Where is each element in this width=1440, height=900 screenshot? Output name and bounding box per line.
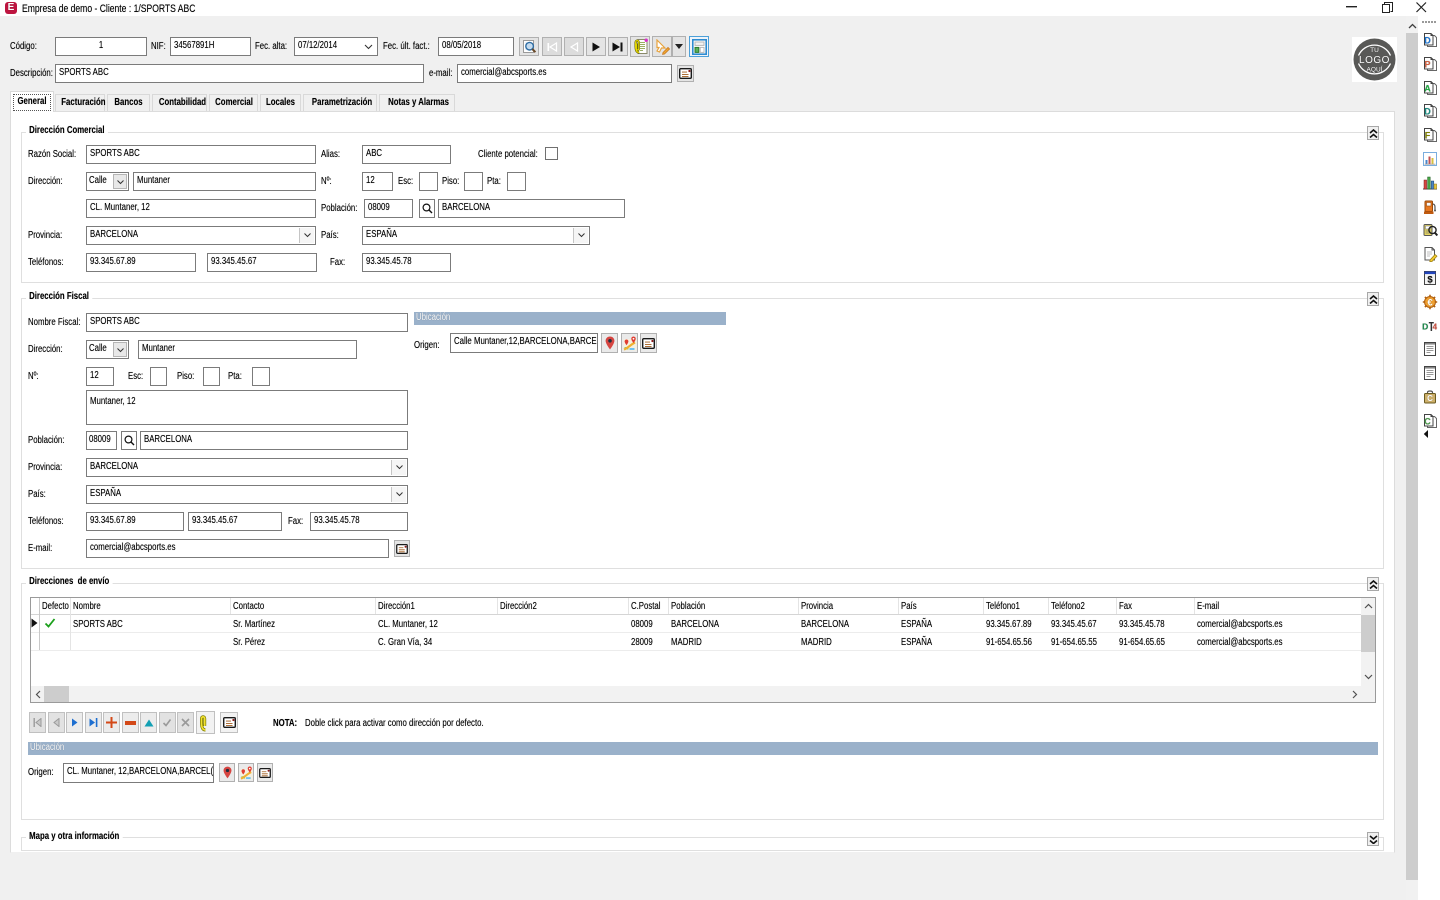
svg-text:$: $ bbox=[1427, 275, 1433, 286]
svg-text:C: C bbox=[1424, 417, 1431, 427]
svg-text:F: F bbox=[1425, 131, 1431, 141]
svg-text:A: A bbox=[1424, 84, 1431, 94]
svg-text:P: P bbox=[1424, 60, 1430, 70]
svg-text:D: D bbox=[1422, 322, 1428, 332]
svg-text:D: D bbox=[1424, 107, 1431, 117]
svg-text:C: C bbox=[1427, 394, 1433, 403]
svg-text:AQUÍ: AQUÍ bbox=[1367, 65, 1383, 74]
svg-text:TU: TU bbox=[1370, 47, 1379, 54]
svg-text:€: € bbox=[1427, 298, 1433, 309]
svg-text:D: D bbox=[1424, 36, 1431, 46]
svg-text:LOGO: LOGO bbox=[1359, 55, 1390, 66]
svg-text:4: 4 bbox=[1433, 323, 1438, 332]
